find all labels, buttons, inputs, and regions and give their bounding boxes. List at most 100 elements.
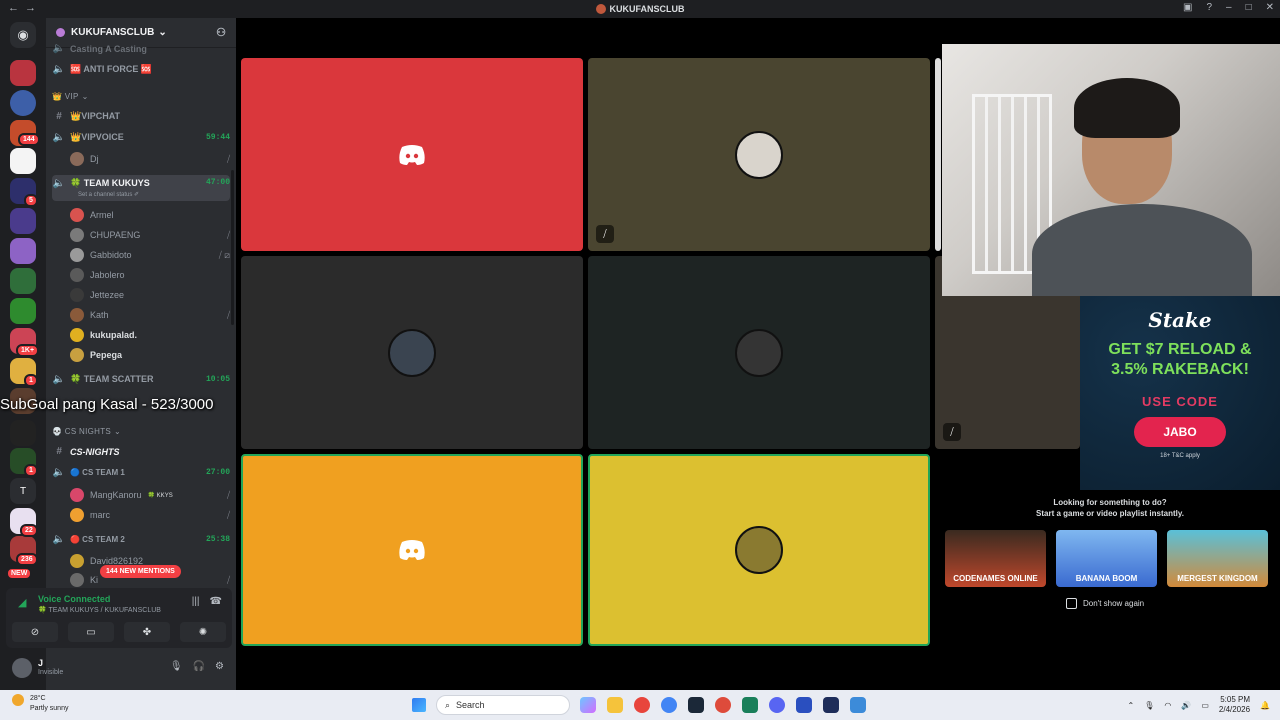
activity-banana-boom[interactable]: BANANA BOOM — [1056, 530, 1157, 587]
window-controls: ▣ ? – □ ✕ — [1183, 2, 1274, 13]
person-shirt — [1032, 204, 1252, 296]
taskbar-search[interactable]: ⌕ Search — [436, 695, 570, 715]
participant-tile[interactable] — [241, 58, 583, 251]
invite-icon[interactable]: ⚇ — [216, 26, 226, 39]
server-icon[interactable] — [10, 298, 36, 324]
minimize-icon[interactable]: – — [1226, 2, 1232, 13]
battery-icon[interactable]: ▭ — [1201, 701, 1209, 710]
screen-share-button[interactable]: ▭ — [68, 622, 114, 642]
weather-widget[interactable]: 28°C Partly sunny — [12, 694, 68, 714]
server-icon[interactable] — [10, 148, 36, 174]
channel-team-scatter[interactable]: 🔈 🍀 TEAM SCATTER 10:05 — [52, 374, 230, 385]
voice-member[interactable]: Armel — [70, 208, 230, 222]
channel-team-kukuys[interactable]: 🔈 🍀 TEAM KUKUYS 47:00 Set a channel status … — [52, 175, 230, 201]
server-icon[interactable] — [10, 268, 36, 294]
disconnect-icon[interactable]: ☎ — [210, 596, 222, 607]
channel-status[interactable]: Set a channel status ✐ — [78, 191, 139, 198]
participant-tile[interactable] — [241, 256, 583, 449]
member-name: Jettezee — [90, 290, 125, 300]
activities-button[interactable]: ✤ — [124, 622, 170, 642]
vscode-icon[interactable] — [823, 697, 839, 713]
volume-icon[interactable]: 🔊 — [1181, 701, 1191, 710]
chevron-up-icon[interactable]: ⌃ — [1128, 701, 1135, 710]
channel-cs-team-2[interactable]: 🔈 🔴 CS TEAM 2 25:38 — [52, 534, 230, 545]
participant-tile-speaking[interactable] — [588, 454, 930, 646]
voice-member[interactable]: Jettezee — [70, 288, 230, 302]
participant-tile[interactable] — [588, 256, 930, 449]
steam-icon[interactable] — [688, 697, 704, 713]
user-status: Invisible — [38, 669, 64, 676]
help-icon[interactable]: ? — [1206, 2, 1212, 13]
noise-suppression-icon[interactable]: ||| — [192, 596, 200, 607]
wifi-icon[interactable]: ◠ — [1164, 701, 1171, 710]
voice-location[interactable]: 🍀 TEAM KUKUYS / KUKUFANSCLUB — [38, 606, 161, 614]
inbox-icon[interactable]: ▣ — [1183, 2, 1192, 13]
voice-member[interactable]: kukupalad. — [70, 328, 230, 342]
notification-icon[interactable]: 🔔 — [1260, 701, 1270, 710]
person-hair — [1074, 78, 1180, 138]
chrome-icon[interactable] — [661, 697, 677, 713]
participant-tile[interactable] — [935, 58, 941, 251]
channel-cs-nights[interactable]: # CS-NIGHTS — [52, 446, 230, 457]
close-icon[interactable]: ✕ — [1266, 2, 1274, 13]
voice-member[interactable]: Kath ⧸ — [70, 308, 230, 322]
ad-brand-logo: Stake — [1148, 308, 1212, 332]
voice-member[interactable]: Gabbidoto ⧸ ⧄ — [70, 248, 230, 262]
activity-mergest-kingdom[interactable]: MERGEST KINGDOM — [1167, 530, 1268, 587]
server-icon[interactable] — [10, 208, 36, 234]
category-vip[interactable]: 👑 VIP ⌄ — [52, 92, 230, 101]
server-icon[interactable]: T — [10, 478, 36, 504]
server-icon[interactable] — [10, 90, 36, 116]
chrome-icon[interactable] — [715, 697, 731, 713]
settings-gear-icon[interactable]: ⚙ — [215, 661, 224, 672]
channel-vipvoice[interactable]: 🔈 👑VIPVOICE 59:44 — [52, 132, 230, 143]
discord-home-icon[interactable]: ◉ — [10, 22, 36, 48]
chevron-down-icon: ⌄ — [114, 427, 122, 436]
avatar — [735, 130, 783, 179]
voice-member[interactable]: Pepega — [70, 348, 230, 362]
muted-icon: ⧸ — [226, 509, 230, 520]
snipping-tool-icon[interactable] — [850, 697, 866, 713]
windows-start-icon[interactable] — [412, 698, 426, 712]
app-icon[interactable] — [742, 697, 758, 713]
mention-badge: 1 — [24, 374, 38, 387]
participant-tile[interactable]: ⧸ — [588, 58, 930, 251]
channel-scrollbar[interactable] — [231, 170, 234, 325]
activity-codenames[interactable]: CODENAMES ONLINE — [945, 530, 1046, 587]
voice-member[interactable]: Jabolero — [70, 268, 230, 282]
copilot-icon[interactable] — [580, 697, 596, 713]
avatar — [735, 526, 783, 574]
voice-member[interactable]: Dj ⧸ — [70, 152, 230, 166]
notepad-icon[interactable] — [796, 697, 812, 713]
server-icon[interactable] — [10, 60, 36, 86]
new-mentions-pill[interactable]: 144 NEW MENTIONS — [100, 565, 181, 578]
window-title: KUKUFANSCLUB — [0, 4, 1280, 14]
clock[interactable]: 5:05 PM 2/4/2026 — [1219, 695, 1250, 715]
channel-anti-force[interactable]: 🔈 🆘 ANTI FORCE 🆘 — [52, 64, 230, 75]
server-icon[interactable] — [10, 238, 36, 264]
voice-connected-label: Voice Connected — [38, 594, 111, 604]
microphone-icon[interactable]: 🎙 — [1144, 701, 1154, 710]
microphone-icon[interactable]: 🎙 — [170, 661, 183, 672]
headphones-icon[interactable]: 🎧 — [193, 661, 205, 672]
voice-member[interactable]: MangKanoru 🍀 KKYS ⧸ — [70, 488, 230, 502]
camera-off-button[interactable]: ⊘ — [12, 622, 58, 642]
voice-member[interactable]: CHUPAENG ⧸ — [70, 228, 230, 242]
chrome-icon[interactable] — [634, 697, 650, 713]
channel-casting[interactable]: 🔈 Casting A Casting — [52, 43, 230, 54]
channel-vipchat[interactable]: # 👑VIPCHAT — [52, 111, 230, 122]
dont-show-again[interactable]: Don't show again — [1066, 598, 1144, 609]
server-icon[interactable] — [10, 420, 36, 446]
file-explorer-icon[interactable] — [607, 697, 623, 713]
participant-tile-speaking[interactable] — [241, 454, 583, 646]
channel-cs-team-1[interactable]: 🔈 🔵 CS TEAM 1 27:00 — [52, 467, 230, 478]
avatar[interactable] — [12, 658, 32, 678]
voice-member[interactable]: marc ⧸ — [70, 508, 230, 522]
call-timer: 27:00 — [205, 468, 230, 477]
discord-icon[interactable] — [769, 697, 785, 713]
checkbox[interactable] — [1066, 598, 1077, 609]
maximize-icon[interactable]: □ — [1246, 2, 1252, 13]
signal-icon[interactable]: ◢ — [18, 596, 26, 609]
category-cs-nights[interactable]: 💀 CS NIGHTS ⌄ — [52, 427, 230, 436]
soundboard-button[interactable]: ✺ — [180, 622, 226, 642]
